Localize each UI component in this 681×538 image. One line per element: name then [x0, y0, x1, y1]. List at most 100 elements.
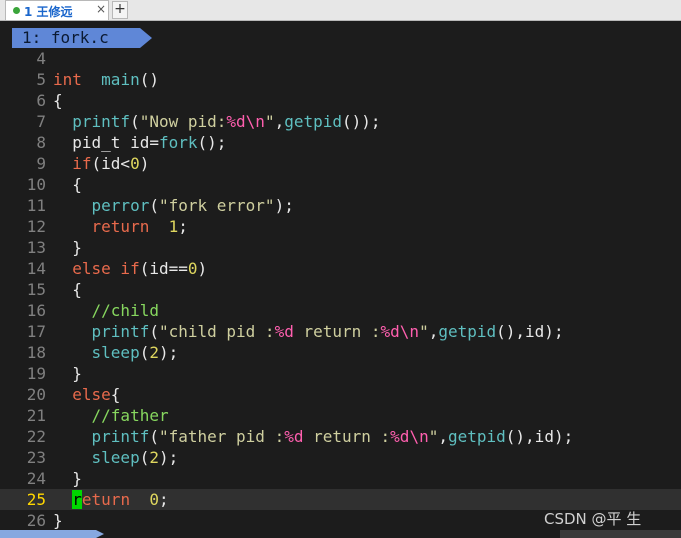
code-token: printf	[91, 427, 150, 446]
code-token: {	[53, 280, 82, 299]
code-token: ,	[428, 322, 439, 341]
code-token: 2	[149, 343, 159, 362]
code-token: getpid	[284, 112, 343, 131]
code-token: "	[428, 427, 439, 446]
code-line[interactable]: 8 pid_t id=fork();	[0, 132, 681, 153]
line-number: 11	[26, 196, 46, 215]
code-token: (	[139, 343, 150, 362]
code-line[interactable]: 5 int main()	[0, 69, 681, 90]
code-text: }	[53, 510, 63, 531]
code-line[interactable]: 23 sleep(2);	[0, 447, 681, 468]
code-text: else{	[53, 384, 120, 405]
vim-status-line	[0, 530, 681, 538]
add-tab-button[interactable]: +	[112, 1, 128, 19]
code-token: (	[149, 196, 159, 215]
code-token: )	[139, 154, 150, 173]
code-token: "child pid :	[158, 322, 275, 341]
code-line[interactable]: 12 return 1;	[0, 216, 681, 237]
code-line[interactable]: 10 {	[0, 174, 681, 195]
code-text: sleep(2);	[53, 342, 188, 363]
line-number: 7	[36, 112, 46, 131]
code-token: printf	[91, 322, 150, 341]
line-number: 20	[26, 385, 46, 404]
code-token: ,	[438, 427, 448, 446]
code-text: {	[53, 90, 63, 111]
code-line[interactable]: 25 return 0;	[0, 489, 681, 510]
code-text: {	[53, 174, 82, 195]
line-number: 14	[26, 259, 46, 278]
code-token: printf	[72, 112, 131, 131]
vim-buffer-line: 1: fork.c	[0, 26, 681, 50]
code-token: %d	[284, 427, 304, 446]
code-line[interactable]: 20 else{	[0, 384, 681, 405]
code-text: else if(id==0)	[53, 258, 207, 279]
code-text: perror("fork error");	[53, 195, 294, 216]
code-line[interactable]: 11 perror("fork error");	[0, 195, 681, 216]
code-token: else if	[72, 259, 140, 278]
code-token: (	[149, 427, 159, 446]
code-line[interactable]: 4	[0, 48, 681, 69]
line-number: 8	[36, 133, 46, 152]
close-tab-icon[interactable]: ×	[96, 2, 106, 16]
code-line[interactable]: 19 }	[0, 363, 681, 384]
code-token: (),id);	[496, 322, 564, 341]
code-text: sleep(2);	[53, 447, 179, 468]
code-token: sleep	[91, 448, 140, 467]
line-number: 10	[26, 175, 46, 194]
code-token: //father	[91, 406, 169, 425]
code-token: ());	[342, 112, 381, 131]
code-line[interactable]: 15 {	[0, 279, 681, 300]
code-line[interactable]: 13 }	[0, 237, 681, 258]
code-token: "	[419, 322, 429, 341]
file-info-segment	[560, 530, 681, 538]
code-token: %d	[274, 322, 294, 341]
code-token: %d\n	[380, 322, 420, 341]
code-text: return 1;	[53, 216, 188, 237]
code-line[interactable]: 14 else if(id==0)	[0, 258, 681, 279]
code-line[interactable]: 9 if(id<0)	[0, 153, 681, 174]
code-line[interactable]: 17 printf("child pid :%d return :%d\n",g…	[0, 321, 681, 342]
code-token: )	[197, 259, 208, 278]
code-token: (	[149, 322, 159, 341]
code-editor[interactable]: 4 5 int main() 6{7 printf("Now pid:%d\n",ge…	[0, 48, 681, 531]
terminal-tab-bar: 1 王修远 × +	[0, 0, 681, 21]
code-line[interactable]: 18 sleep(2);	[0, 342, 681, 363]
code-text: return 0;	[53, 489, 169, 510]
session-tab[interactable]: 1 王修远 ×	[5, 0, 109, 20]
line-number: 5	[36, 70, 46, 89]
code-line[interactable]: 21 //father	[0, 405, 681, 426]
line-number: 18	[26, 343, 46, 362]
code-text: printf("child pid :%d return :%d\n",getp…	[53, 321, 564, 342]
code-token: "father pid :	[158, 427, 285, 446]
buffer-tab-fork-c[interactable]: 1: fork.c	[12, 28, 140, 48]
code-line[interactable]: 22 printf("father pid :%d return :%d\n",…	[0, 426, 681, 447]
code-token: "Now pid:	[139, 112, 227, 131]
line-number: 12	[26, 217, 46, 236]
text-cursor: r	[72, 490, 82, 509]
code-line[interactable]: 7 printf("Now pid:%d\n",getpid());	[0, 111, 681, 132]
code-line[interactable]: 24 }	[0, 468, 681, 489]
code-token: if	[72, 154, 92, 173]
code-line[interactable]: 16 //child	[0, 300, 681, 321]
code-token: //child	[91, 301, 159, 320]
code-token: return :	[293, 322, 381, 341]
code-token: ,	[274, 112, 285, 131]
code-token: int	[53, 70, 82, 89]
mode-indicator-arrow	[96, 530, 104, 538]
code-token: fork	[158, 133, 198, 152]
code-text: //father	[53, 405, 169, 426]
code-token: }	[53, 238, 82, 257]
code-token: %d\n	[390, 427, 429, 446]
code-token: (id<	[91, 154, 131, 173]
code-token: (	[130, 112, 140, 131]
code-line[interactable]: 6{	[0, 90, 681, 111]
code-token: {	[53, 175, 82, 194]
code-token: (),id);	[505, 427, 574, 446]
line-number: 4	[36, 49, 46, 68]
